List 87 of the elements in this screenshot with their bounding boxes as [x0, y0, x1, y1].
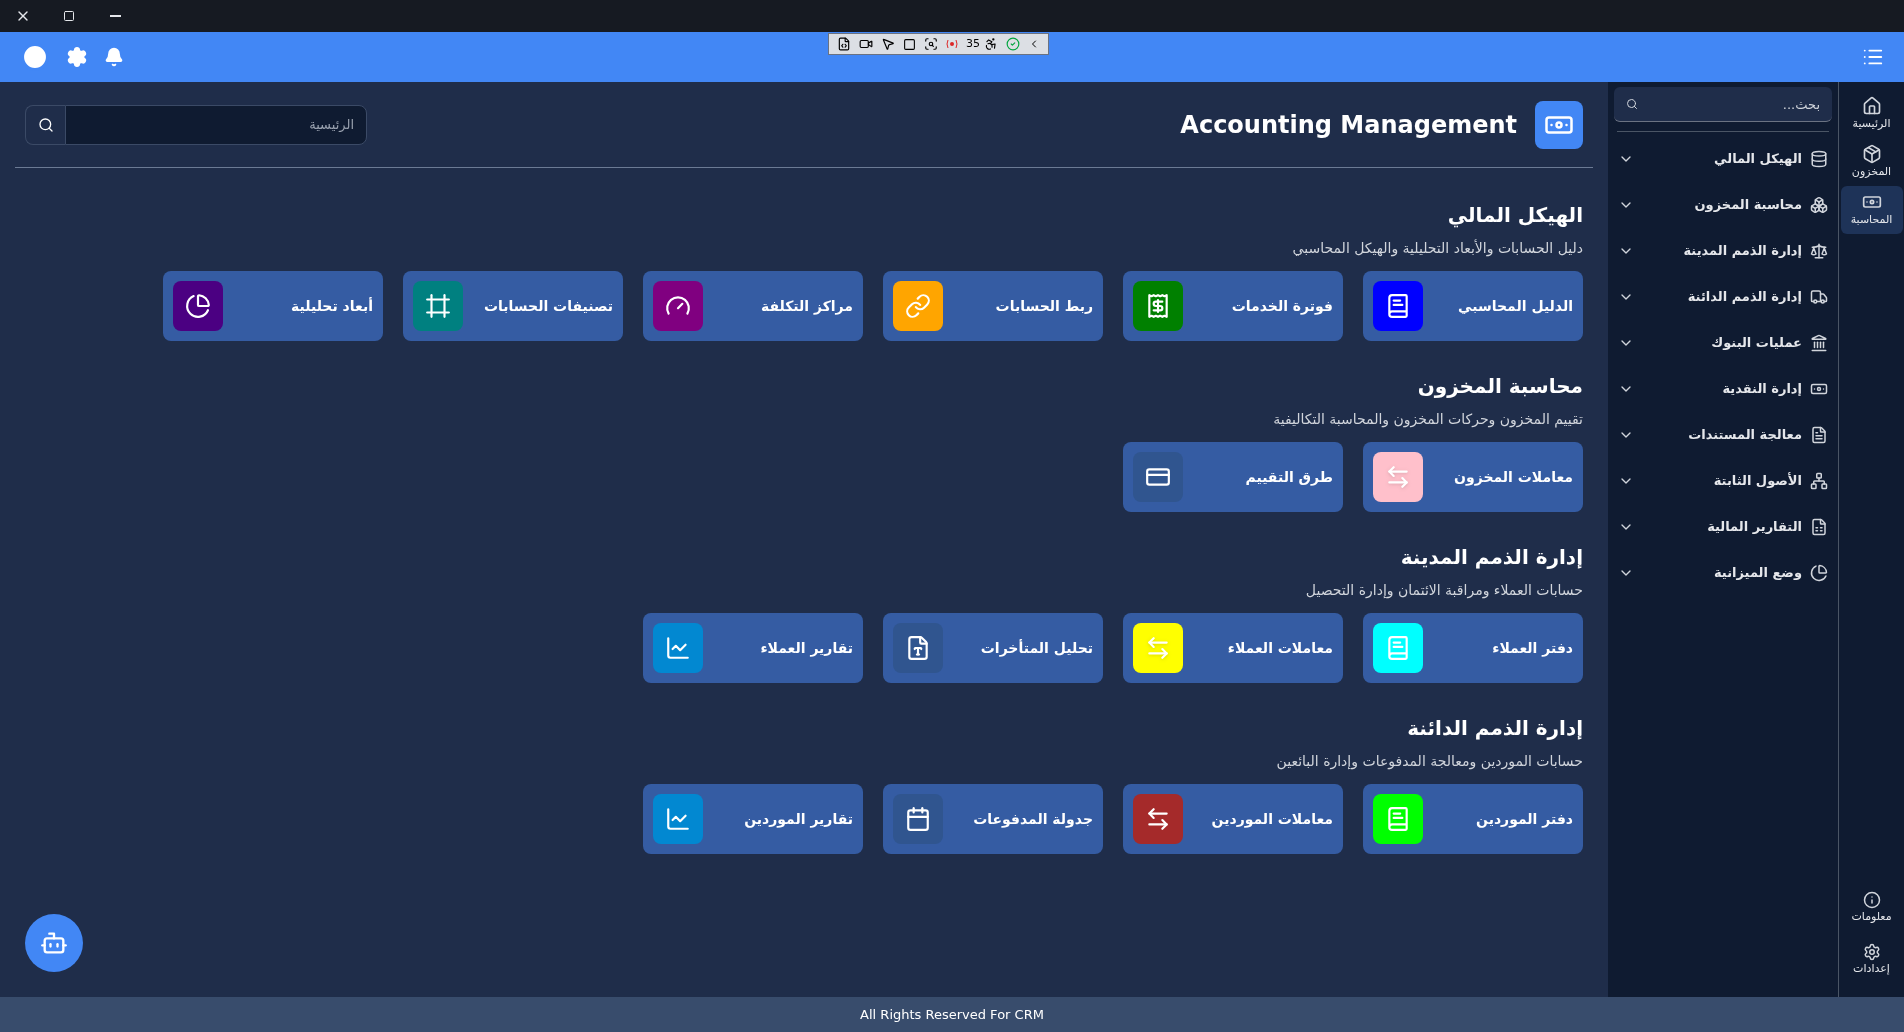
pie-chart-icon — [1810, 564, 1828, 582]
sidebar-menu-item[interactable]: إدارة الذمم المدينة — [1614, 228, 1832, 274]
frame-icon — [425, 293, 451, 319]
module-card[interactable]: معاملات المخزون — [1363, 442, 1583, 512]
exchange-arrows-icon — [1145, 806, 1171, 832]
line-chart-icon — [665, 806, 691, 832]
module-card[interactable]: معاملات الموردين — [1123, 784, 1343, 854]
pdf-file-icon — [905, 635, 931, 661]
settings-icon[interactable] — [66, 46, 88, 68]
pie-chart-icon — [185, 293, 211, 319]
network-icon — [1810, 472, 1828, 490]
rail-nav-item[interactable]: معلومات — [1840, 885, 1903, 931]
boxes-icon — [1810, 196, 1828, 214]
module-card[interactable]: تقارير الموردين — [643, 784, 863, 854]
section-description: حسابات الموردين ومعالجة المدفوعات وإدارة البائعين — [1275, 752, 1583, 772]
copyright-text: All Rights Reserved For CRM — [860, 1005, 1044, 1024]
inspect-document-icon[interactable] — [837, 37, 851, 51]
link-icon — [905, 293, 931, 319]
rail-nav-item[interactable]: المحاسبة — [1840, 186, 1903, 234]
module-card[interactable]: دفتر الموردين — [1363, 784, 1583, 854]
line-chart-icon — [665, 635, 691, 661]
module-card[interactable]: تقارير العملاء — [643, 613, 863, 683]
exchange-arrows-icon — [1145, 635, 1171, 661]
check-icon[interactable] — [1006, 37, 1020, 51]
settings-icon — [1862, 942, 1881, 961]
sidebar-menu-item[interactable]: عمليات البنوك — [1614, 320, 1832, 366]
section-description: تقييم المخزون وحركات المخزون والمحاسبة التكاليفية — [1272, 410, 1583, 430]
module-card[interactable]: جدولة المدفوعات — [883, 784, 1103, 854]
section-title: محاسبة المخزون — [1416, 373, 1583, 400]
module-card[interactable]: فوترة الخدمات — [1123, 271, 1343, 341]
sidebar-menu-item[interactable]: التقارير المالية — [1614, 504, 1832, 550]
section-title: إدارة الذمم المدينة — [1399, 544, 1583, 571]
sidebar-menu-item[interactable]: إدارة الذمم الدائنة — [1614, 274, 1832, 320]
search-icon — [1626, 98, 1638, 110]
database-icon — [1810, 150, 1828, 168]
module-card[interactable]: أبعاد تحليلية — [163, 271, 383, 341]
sidebar-search-field[interactable]: بحث... — [1614, 87, 1832, 122]
exchange-arrows-icon — [1385, 464, 1411, 490]
module-card[interactable]: ربط الحسابات — [883, 271, 1103, 341]
page-title: Accounting Management — [1180, 109, 1517, 141]
bank-icon — [1810, 334, 1828, 352]
pointer-icon[interactable] — [881, 37, 895, 51]
home-icon — [1861, 95, 1882, 116]
sidebar-menu-item[interactable]: محاسبة المخزون — [1614, 182, 1832, 228]
search-button[interactable] — [25, 104, 65, 145]
package-icon — [1861, 143, 1882, 164]
calendar-icon — [905, 806, 931, 832]
search-field[interactable]: الرئيسية — [65, 104, 367, 145]
sidebar-menu-item[interactable]: الهيكل المالي — [1614, 136, 1832, 182]
module-card[interactable]: تحليل المتأخرات — [883, 613, 1103, 683]
video-icon[interactable] — [859, 37, 873, 51]
document-icon — [1810, 426, 1828, 444]
maximize-icon — [63, 10, 75, 22]
book-icon — [1385, 635, 1411, 661]
frame-select-icon[interactable] — [903, 37, 916, 51]
rail-nav-item[interactable]: الرئيسية — [1840, 90, 1903, 138]
chatbot-button[interactable] — [25, 914, 83, 972]
book-icon — [1385, 806, 1411, 832]
notification-bell-icon[interactable] — [104, 47, 124, 67]
module-card[interactable]: معاملات العملاء — [1123, 613, 1343, 683]
sidebar-menu-item[interactable]: إدارة النقدية — [1614, 366, 1832, 412]
section-title: إدارة الذمم الدائنة — [1406, 715, 1583, 742]
module-card[interactable]: الدليل المحاسبي — [1363, 271, 1583, 341]
sidebar-menu-item[interactable]: معالجة المستندات — [1614, 412, 1832, 458]
module-card[interactable]: تصنيفات الحسابات — [403, 271, 623, 341]
module-card[interactable]: مراكز التكلفة — [643, 271, 863, 341]
module-card[interactable]: دفتر العملاء — [1363, 613, 1583, 683]
module-card[interactable]: طرق التقييم — [1123, 442, 1343, 512]
scan-icon[interactable] — [924, 37, 938, 51]
record-icon — [946, 39, 958, 49]
live-count[interactable]: 35 — [966, 35, 980, 53]
rail-nav-item[interactable]: المخزون — [1840, 138, 1903, 186]
search-icon — [37, 116, 54, 133]
spreadsheet-icon — [1810, 518, 1828, 536]
sidebar-menu-item[interactable]: الأصول الثابتة — [1614, 458, 1832, 504]
rail-nav-item[interactable]: إعدادات — [1840, 937, 1903, 983]
section-description: حسابات العملاء ومراقبة الائتمان وإدارة التحصيل — [1304, 581, 1583, 601]
minimize-icon — [109, 15, 121, 17]
sidebar-menu-item[interactable]: وضع الميزانية — [1614, 550, 1832, 596]
section-description: دليل الحسابات والأبعاد التحليلية والهيكل المحاسبي — [1291, 238, 1583, 259]
truck-icon — [1810, 288, 1828, 306]
info-icon — [1862, 890, 1881, 909]
book-icon — [1385, 293, 1411, 319]
receipt-icon — [1145, 293, 1171, 319]
section-title: الهيكل المالي — [1446, 202, 1583, 230]
accessibility-icon[interactable] — [984, 37, 998, 51]
scale-icon — [1810, 242, 1828, 260]
